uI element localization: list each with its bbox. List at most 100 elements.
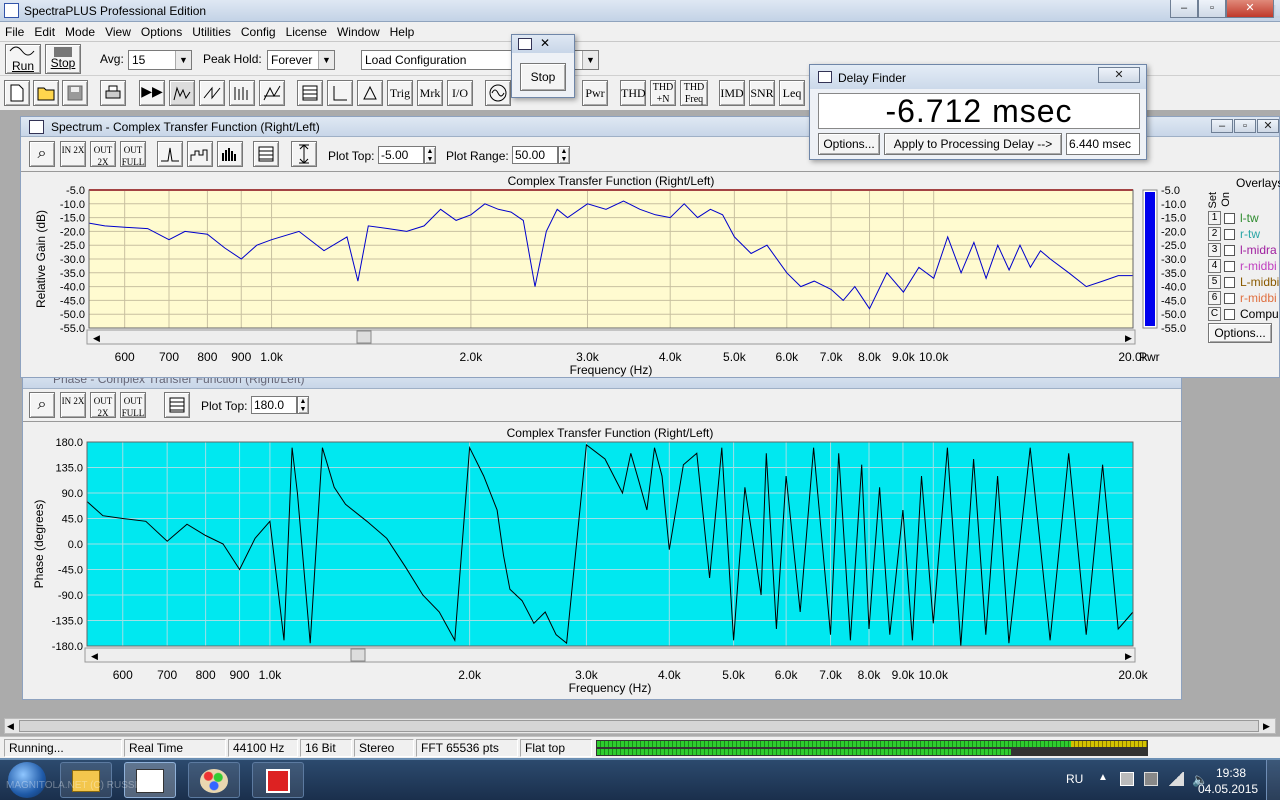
minimize-button[interactable]: – xyxy=(1170,0,1198,18)
leq-button[interactable]: Leq xyxy=(779,80,805,106)
io-button[interactable]: I/O xyxy=(447,80,473,106)
menu-utilities[interactable]: Utilities xyxy=(187,22,236,42)
stop-dialog-close-icon[interactable]: ✕ xyxy=(540,36,550,50)
menu-window[interactable]: Window xyxy=(332,22,385,42)
overlay-set-button[interactable]: 3 xyxy=(1208,243,1221,257)
spectrum-close-button[interactable]: ✕ xyxy=(1257,119,1279,133)
sine-generator-button[interactable] xyxy=(485,80,511,106)
trigger-button[interactable]: Trig xyxy=(387,80,413,106)
scale-button[interactable] xyxy=(327,80,353,106)
overlay-checkbox[interactable] xyxy=(1224,293,1235,304)
zoom-button[interactable]: ⌕ xyxy=(29,141,55,167)
avg-select[interactable]: 15 ▼ xyxy=(128,50,192,70)
overlay-set-button[interactable]: 6 xyxy=(1208,291,1221,305)
spectrogram-button[interactable] xyxy=(229,80,255,106)
show-desktop-button[interactable] xyxy=(1266,760,1280,800)
x-tick-label: 10.0k xyxy=(919,668,949,682)
overlay-checkbox[interactable] xyxy=(1224,245,1235,256)
processing-delay-input[interactable]: 6.440 msec xyxy=(1066,133,1140,155)
overlay-checkbox[interactable] xyxy=(1224,213,1235,224)
menu-config[interactable]: Config xyxy=(236,22,281,42)
spectrum-minimize-button[interactable]: – xyxy=(1211,119,1233,133)
delay-finder-close-button[interactable]: ✕ xyxy=(1098,67,1140,83)
stop-dialog-button[interactable]: Stop xyxy=(520,63,566,91)
time-series-button[interactable] xyxy=(199,80,225,106)
overlay-set-button[interactable]: 5 xyxy=(1208,275,1221,289)
fast-forward-button[interactable]: ▶▶ xyxy=(139,80,165,106)
bars-button[interactable] xyxy=(217,141,243,167)
peak-marker-button[interactable] xyxy=(157,141,183,167)
language-indicator[interactable]: RU xyxy=(1066,772,1083,786)
plot-top-input[interactable]: -5.00 xyxy=(378,146,424,164)
snr-button[interactable]: SNR xyxy=(749,80,775,106)
zoom-in-2x-button[interactable]: IN 2X xyxy=(60,392,86,418)
maximize-button[interactable]: ▫ xyxy=(1198,0,1226,18)
menu-edit[interactable]: Edit xyxy=(29,22,60,42)
run-button[interactable]: Run xyxy=(5,44,41,74)
spectrum-maximize-button[interactable]: ▫ xyxy=(1234,119,1256,133)
open-button[interactable] xyxy=(33,80,59,106)
print-button[interactable] xyxy=(100,80,126,106)
overlay-set-button[interactable]: 1 xyxy=(1208,211,1221,225)
tray-expand-icon[interactable]: ▲ xyxy=(1098,772,1108,783)
phase-plot-top-spinner[interactable]: ▲ ▼ xyxy=(297,396,309,414)
plot-range-input[interactable]: 50.00 xyxy=(512,146,558,164)
stop-button[interactable]: Stop xyxy=(45,44,81,74)
overlay-checkbox[interactable] xyxy=(1224,309,1235,320)
zoom-out-2x-button[interactable]: OUT 2X xyxy=(90,392,116,418)
tray-network-icon[interactable] xyxy=(1120,772,1134,786)
scroll-right-icon[interactable]: ▶ xyxy=(1263,721,1270,732)
apply-delay-button[interactable]: Apply to Processing Delay --> xyxy=(884,133,1062,155)
menu-options[interactable]: Options xyxy=(136,22,187,42)
3d-surface-button[interactable] xyxy=(259,80,285,106)
peak-hold-select[interactable]: Forever ▼ xyxy=(267,50,335,70)
zoom-in-2x-button[interactable]: IN 2X xyxy=(60,141,86,167)
overlay-set-button[interactable]: C xyxy=(1208,307,1221,321)
thd-freq-button[interactable]: THD Freq xyxy=(680,80,708,106)
phase-table-button[interactable] xyxy=(164,392,190,418)
menu-view[interactable]: View xyxy=(100,22,136,42)
clock-time[interactable]: 19:38 xyxy=(1212,766,1250,780)
workspace-scrollbar[interactable]: ◀ ▶ xyxy=(4,718,1276,734)
octave-button[interactable] xyxy=(187,141,213,167)
tray-usb-icon[interactable] xyxy=(1144,772,1158,786)
generator-button[interactable] xyxy=(357,80,383,106)
menu-mode[interactable]: Mode xyxy=(60,22,100,42)
overlay-set-button[interactable]: 2 xyxy=(1208,227,1221,241)
table-view-button[interactable] xyxy=(297,80,323,106)
spectrum-table-button[interactable] xyxy=(253,141,279,167)
new-file-button[interactable] xyxy=(4,80,30,106)
zoom-button[interactable]: ⌕ xyxy=(29,392,55,418)
overlay-options-button[interactable]: Options... xyxy=(1208,323,1272,343)
vertical-scale-button[interactable] xyxy=(291,141,317,167)
zoom-out-full-button[interactable]: OUT FULL xyxy=(120,141,146,167)
overlay-checkbox[interactable] xyxy=(1224,261,1235,272)
overlay-set-button[interactable]: 4 xyxy=(1208,259,1221,273)
plot-top-spinner[interactable]: ▲ ▼ xyxy=(424,146,436,164)
overlay-checkbox[interactable] xyxy=(1224,277,1235,288)
zoom-out-2x-button[interactable]: OUT 2X xyxy=(90,141,116,167)
taskbar-paint-button[interactable] xyxy=(188,762,240,798)
overlay-checkbox[interactable] xyxy=(1224,229,1235,240)
marker-button[interactable]: Mrk xyxy=(417,80,443,106)
scroll-left-icon[interactable]: ◀ xyxy=(7,721,14,732)
plot-range-spinner[interactable]: ▲ ▼ xyxy=(558,146,570,164)
scroll-thumb[interactable] xyxy=(19,720,1259,732)
imd-button[interactable]: IMD xyxy=(719,80,745,106)
y-tick-label: 90.0 xyxy=(62,488,83,500)
thd-n-button[interactable]: THD +N xyxy=(650,80,676,106)
delay-options-button[interactable]: Options... xyxy=(818,133,880,155)
thd-button[interactable]: THD xyxy=(620,80,646,106)
menu-license[interactable]: License xyxy=(281,22,332,42)
save-button[interactable] xyxy=(62,80,88,106)
clock-date[interactable]: 04.05.2015 xyxy=(1198,782,1258,796)
tray-signal-icon[interactable] xyxy=(1168,772,1184,786)
taskbar-app-button[interactable] xyxy=(252,762,304,798)
menu-help[interactable]: Help xyxy=(385,22,420,42)
pwr-button[interactable]: Pwr xyxy=(582,80,608,106)
menu-file[interactable]: File xyxy=(0,22,29,42)
zoom-out-full-button[interactable]: OUT FULL xyxy=(120,392,146,418)
spectrum-mode-button[interactable] xyxy=(169,80,195,106)
phase-plot-top-input[interactable]: 180.0 xyxy=(251,396,297,414)
close-button[interactable]: ✕ xyxy=(1226,0,1274,18)
